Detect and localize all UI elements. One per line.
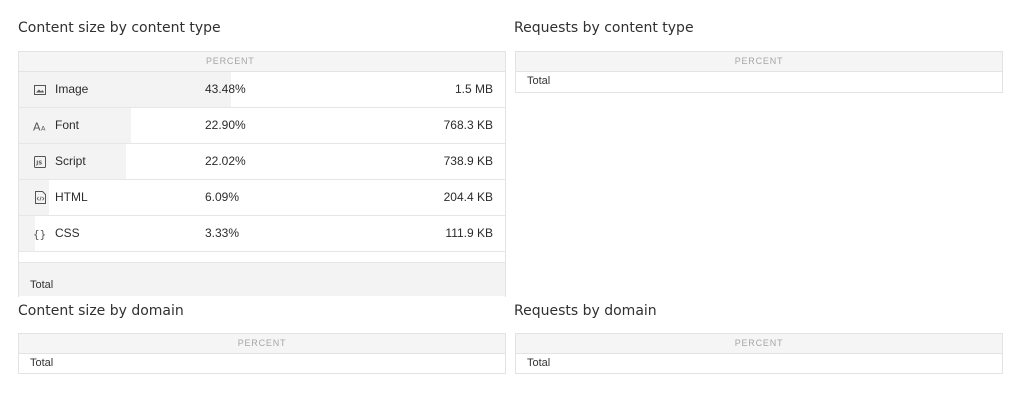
size-value: 111.9 KB [445, 226, 493, 240]
percent-column-header[interactable]: PERCENT [206, 52, 266, 71]
percent-column-header[interactable]: PERCENT [516, 334, 1002, 354]
percent-value: 3.33% [205, 226, 240, 240]
share-bar [19, 72, 232, 107]
content-type-name: Image [55, 82, 89, 96]
content-size-by-domain-table: PERCENT Total [18, 333, 506, 374]
requests-by-type-title: Requests by content type [514, 20, 694, 36]
requests-by-type-table: PERCENT Total [515, 51, 1003, 93]
requests-by-domain-table: PERCENT Total [515, 333, 1003, 374]
percent-value: 6.09% [205, 190, 240, 204]
css-icon: {} [33, 216, 47, 251]
percent-column-header[interactable]: PERCENT [19, 334, 505, 354]
font-icon: AA [33, 108, 47, 143]
size-value: 1.5 MB [454, 82, 493, 96]
requests-by-domain-title: Requests by domain [514, 303, 657, 319]
total-row: Total [30, 357, 54, 369]
total-row: Total [19, 262, 505, 296]
image-icon [33, 72, 47, 107]
content-type-name: Script [55, 154, 86, 168]
svg-text:{}: {} [33, 228, 46, 240]
content-type-name: Font [55, 118, 80, 132]
table-row[interactable]: JS Script 22.02% 738.9 KB [19, 144, 505, 180]
percent-value: 22.02% [205, 154, 246, 168]
total-row: Total [527, 357, 551, 369]
size-value: 738.9 KB [443, 154, 493, 168]
percent-column-header[interactable]: PERCENT [516, 52, 1002, 72]
table-row[interactable]: Image 43.48% 1.5 MB [19, 72, 505, 108]
size-value: 768.3 KB [443, 118, 493, 132]
table-row[interactable]: HTML 6.09% 204.4 KB [19, 180, 505, 216]
svg-text:A: A [33, 121, 41, 131]
content-type-name: CSS [55, 226, 80, 240]
table-row[interactable]: A A Font 22.90% 768.3 KB [19, 108, 505, 144]
content-size-by-type-title: Content size by content type [18, 20, 221, 36]
content-size-by-domain-title: Content size by domain [18, 303, 184, 319]
percent-value: 43.48% [205, 82, 246, 96]
size-value: 204.4 KB [443, 190, 493, 204]
percent-value: 22.90% [205, 118, 246, 132]
total-row: Total [527, 75, 551, 87]
script-icon: JS [33, 144, 47, 179]
html-icon [33, 180, 47, 215]
table-row[interactable]: {} CSS 3.33% 111.9 KB [19, 216, 505, 252]
svg-text:A: A [41, 124, 46, 131]
content-size-by-type-table: PERCENT Image 43.48% 1.5 MB A A Font 22.90% 768… [18, 51, 506, 297]
content-type-name: HTML [55, 190, 88, 204]
svg-text:JS: JS [35, 160, 42, 166]
table-header: PERCENT [19, 52, 505, 72]
